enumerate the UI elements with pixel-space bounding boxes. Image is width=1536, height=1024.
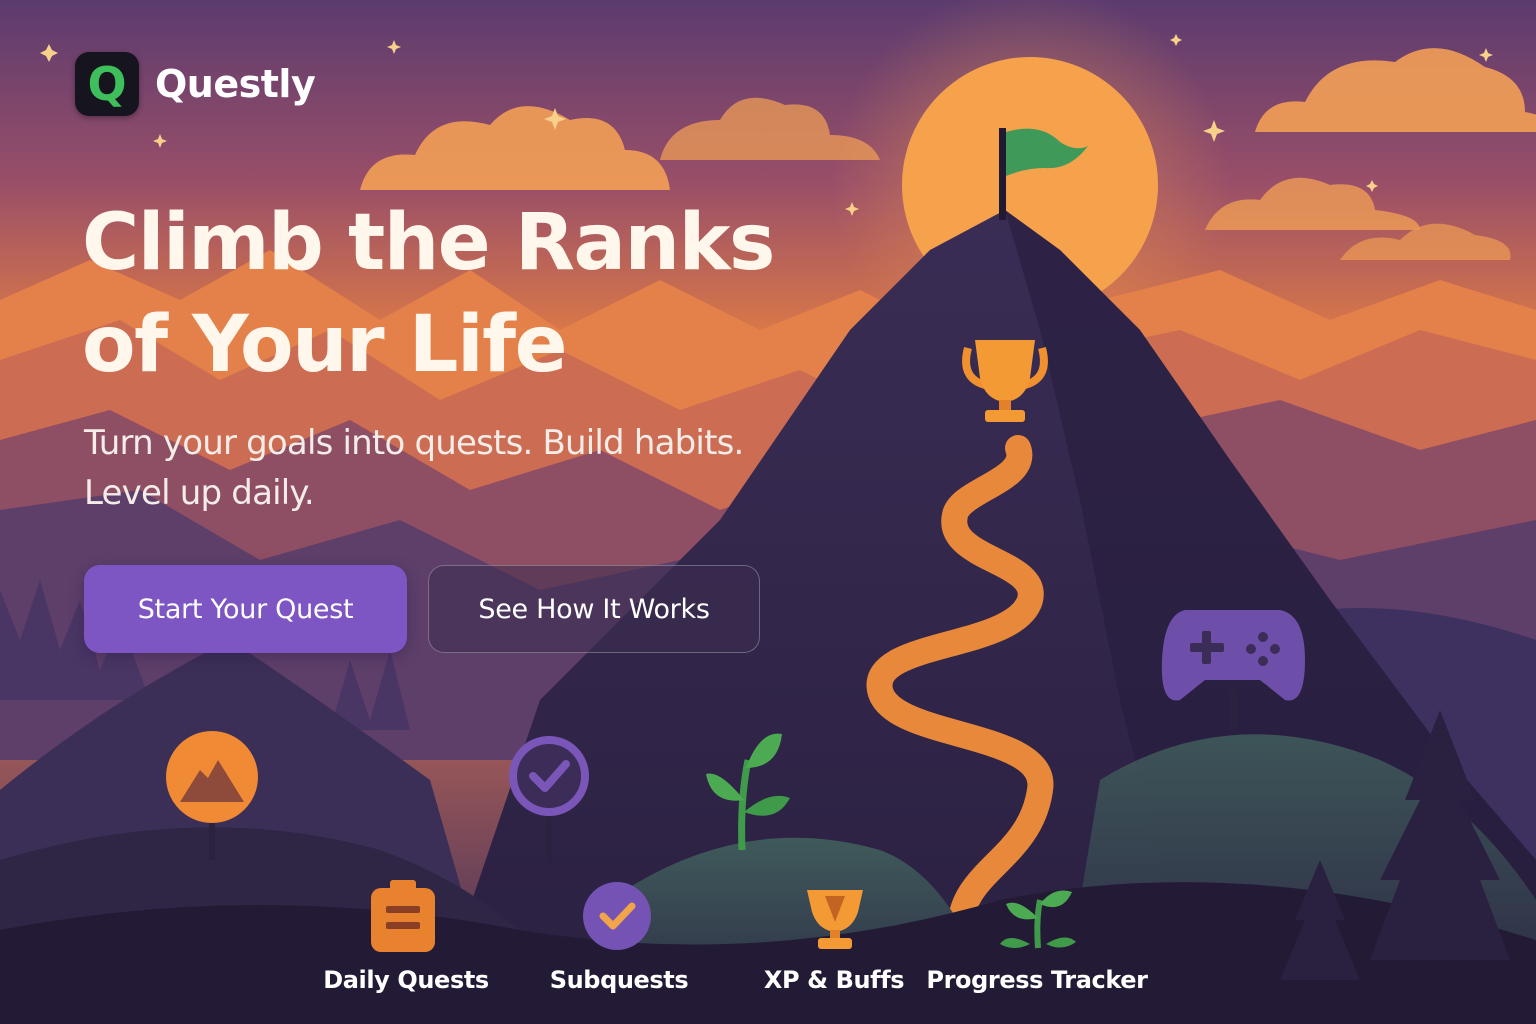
feature-icon-daily-quests — [371, 880, 435, 952]
logo-icon: Q — [75, 52, 139, 116]
start-quest-button[interactable]: Start Your Quest — [84, 565, 407, 653]
feature-label-progress-tracker: Progress Tracker — [926, 966, 1148, 994]
feature-icon-subquests — [583, 882, 651, 950]
feature-label-subquests: Subquests — [549, 966, 689, 994]
feature-label-xp-buffs: XP & Buffs — [763, 966, 905, 994]
feature-label-daily-quests: Daily Quests — [323, 966, 489, 994]
subhead-line-2: Level up daily. — [84, 473, 315, 513]
logo-letter: Q — [87, 57, 127, 111]
headline-line-1: Climb the Ranks — [82, 198, 775, 288]
subhead-line-1: Turn your goals into quests. Build habit… — [84, 423, 744, 463]
brand[interactable]: Q Questly — [75, 52, 316, 116]
brand-name: Questly — [155, 62, 316, 106]
headline-line-2: of Your Life — [82, 300, 568, 390]
hero-headline: Climb the Ranks of Your Life — [82, 192, 842, 396]
hero-subheadline: Turn your goals into quests. Build habit… — [84, 418, 844, 518]
see-how-it-works-button[interactable]: See How It Works — [428, 565, 760, 653]
